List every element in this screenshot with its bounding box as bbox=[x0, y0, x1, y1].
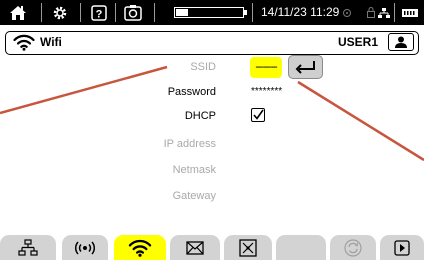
lock-icon bbox=[366, 0, 376, 25]
enter-button[interactable] bbox=[288, 55, 323, 79]
tab-bar bbox=[0, 233, 424, 260]
server-icon bbox=[239, 238, 257, 257]
netmask-label: Netmask bbox=[172, 164, 216, 176]
battery-level-fill bbox=[176, 9, 188, 16]
dhcp-checkbox[interactable] bbox=[251, 108, 265, 122]
wireless-broadcast-icon bbox=[74, 241, 96, 254]
wifi-icon bbox=[13, 34, 35, 56]
password-field[interactable]: ******** bbox=[251, 86, 282, 97]
settings-gear-icon[interactable] bbox=[48, 0, 72, 25]
dhcp-label: DHCP bbox=[184, 110, 216, 122]
camera-icon[interactable] bbox=[121, 0, 145, 25]
page-title: Wifi bbox=[40, 35, 62, 49]
datetime: 14/11/23 11:29 bbox=[261, 5, 340, 19]
email-icon bbox=[186, 240, 204, 255]
home-icon[interactable] bbox=[6, 0, 30, 25]
bluetooth-icon bbox=[340, 0, 354, 25]
ethernet-icon bbox=[18, 238, 38, 256]
ssid-label: SSID bbox=[190, 61, 216, 73]
user-icon[interactable] bbox=[388, 33, 414, 51]
help-icon[interactable]: ? bbox=[88, 0, 110, 25]
tab-play[interactable] bbox=[380, 235, 424, 260]
wifi-icon bbox=[128, 239, 152, 257]
checkmark-icon bbox=[253, 109, 264, 120]
tab-sync[interactable] bbox=[330, 235, 376, 260]
network-icon bbox=[378, 0, 390, 25]
ip-address-label: IP address bbox=[163, 138, 216, 150]
status-bar: ? 14/11/23 11:29 bbox=[0, 0, 424, 25]
tab-wifi[interactable] bbox=[114, 235, 166, 260]
tab-empty[interactable] bbox=[276, 235, 326, 260]
tab-email[interactable] bbox=[170, 235, 220, 260]
gateway-label: Gateway bbox=[172, 190, 216, 202]
tab-wireless[interactable] bbox=[62, 235, 108, 260]
play-icon bbox=[394, 239, 410, 256]
enter-icon bbox=[295, 61, 315, 74]
tab-server[interactable] bbox=[224, 235, 272, 260]
password-label: Password bbox=[167, 86, 216, 98]
tab-ethernet[interactable] bbox=[0, 235, 56, 260]
ssid-field[interactable]: -------- bbox=[250, 57, 282, 78]
svg-text:?: ? bbox=[96, 8, 103, 20]
user-name: USER1 bbox=[337, 35, 378, 49]
title-bar: Wifi USER1 bbox=[5, 31, 419, 55]
memory-icon bbox=[400, 0, 420, 25]
sync-icon bbox=[344, 238, 362, 257]
annotation-line-enter bbox=[297, 80, 424, 162]
